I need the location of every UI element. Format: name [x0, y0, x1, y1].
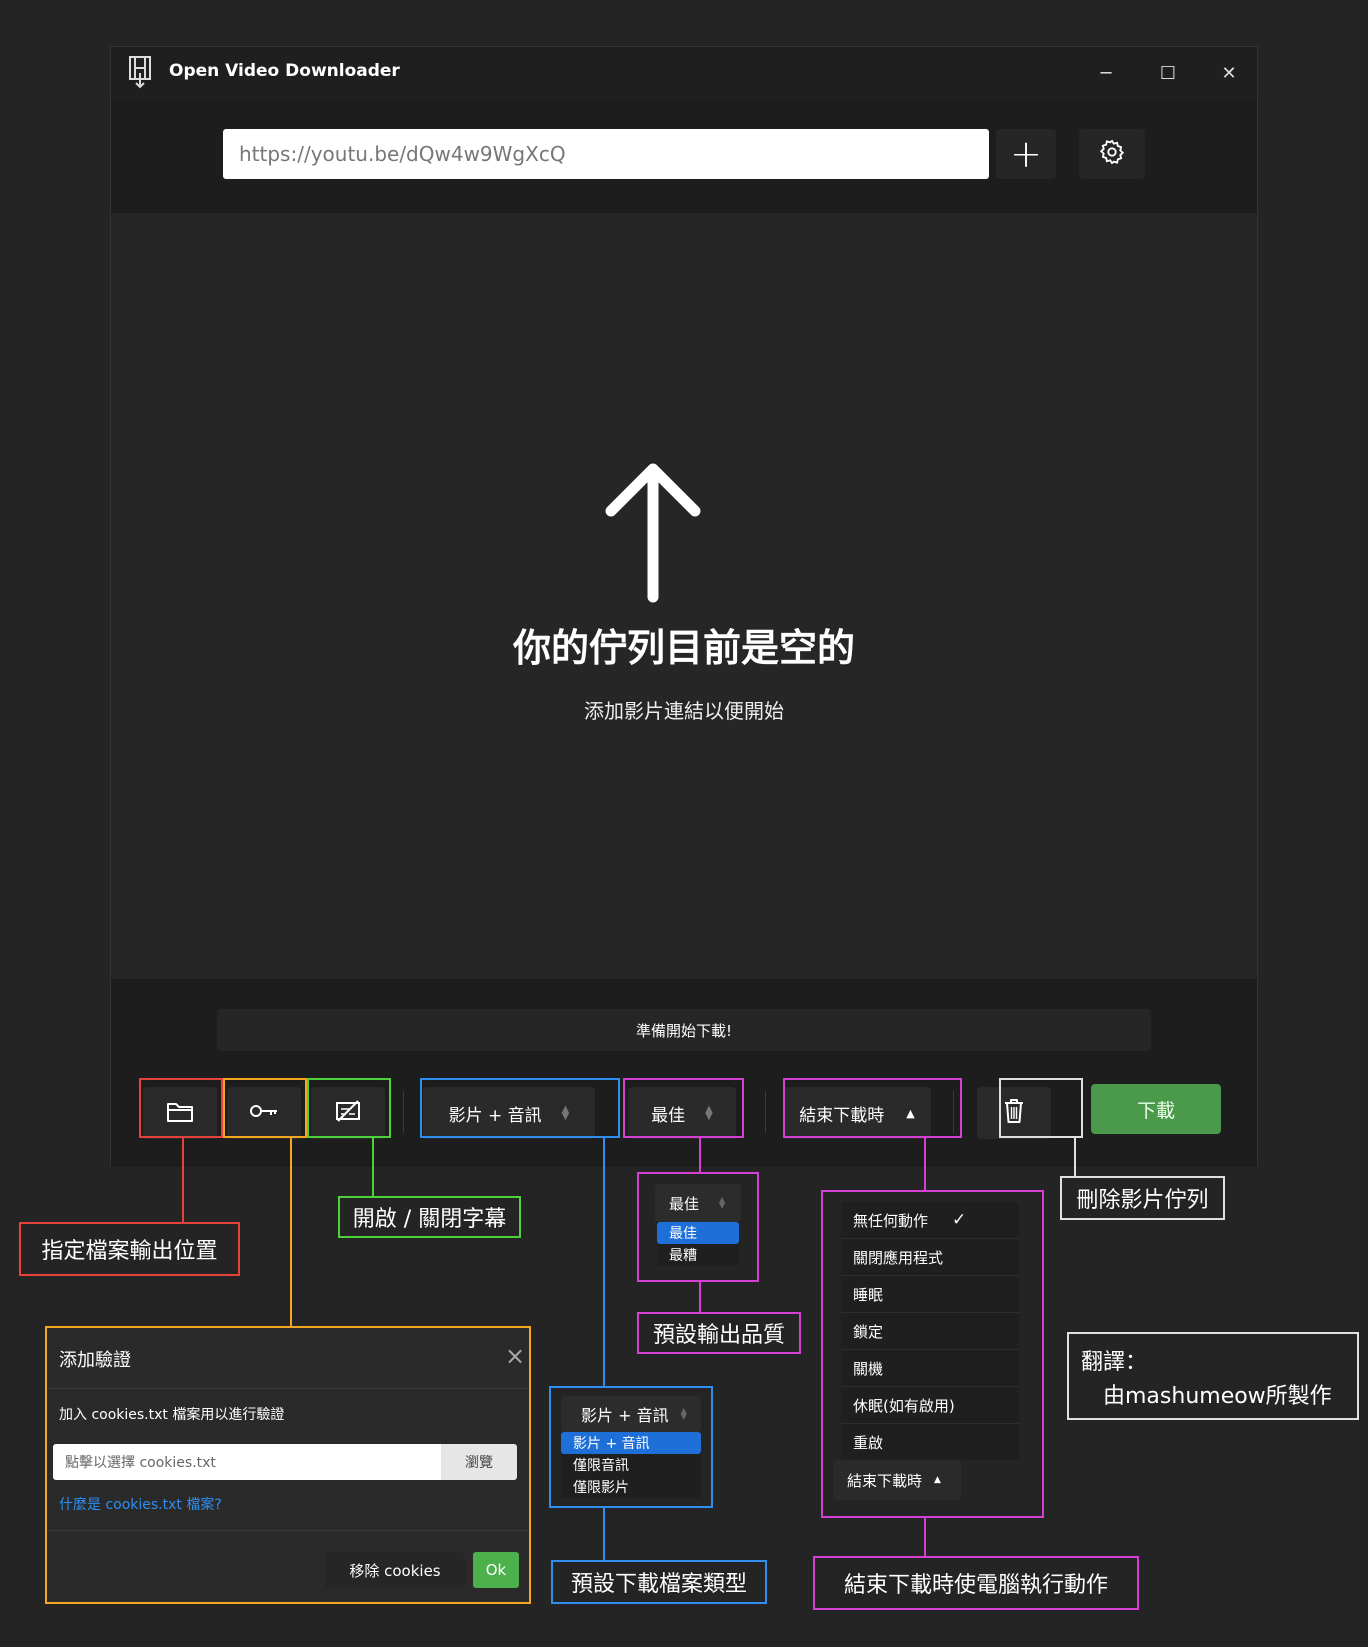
- caret-up-icon: ▲: [934, 1475, 941, 1485]
- quality-popup-frame: 最佳 ▲ ▼ 最佳 最糟: [637, 1172, 759, 1282]
- annotation-highlight-type: [420, 1078, 620, 1138]
- browse-button[interactable]: 瀏覽: [441, 1444, 517, 1480]
- after-popup-button-label: 結束下載時: [847, 1471, 923, 1490]
- type-popup-frame: 影片 + 音訊 ▲ ▼ 影片 + 音訊 僅限音訊 僅限影片: [549, 1386, 713, 1508]
- type-popup-select[interactable]: 影片 + 音訊 ▲ ▼: [561, 1396, 701, 1432]
- status-bar: 準備開始下載!: [217, 1009, 1151, 1051]
- after-option-none[interactable]: 無任何動作 ✓: [841, 1202, 1019, 1239]
- updown-icon: ▲ ▼: [680, 1406, 687, 1421]
- connector-line: [924, 1518, 926, 1556]
- toolbar-separator: [403, 1091, 404, 1133]
- connector-line: [290, 1138, 292, 1328]
- app-logo-icon: [127, 55, 153, 93]
- quality-option-worst[interactable]: 最糟: [657, 1244, 739, 1266]
- after-option-sleep[interactable]: 睡眠: [841, 1276, 1019, 1313]
- annotation-default-type: 預設下載檔案類型: [551, 1560, 767, 1604]
- after-option-shutdown[interactable]: 關機: [841, 1350, 1019, 1387]
- queue-area: [111, 213, 1257, 979]
- type-options-list: 影片 + 音訊 僅限音訊 僅限影片: [561, 1432, 701, 1498]
- annotation-highlight-key: [223, 1078, 307, 1138]
- quality-options-list: 最佳 最糟: [657, 1222, 739, 1266]
- after-options-list: 無任何動作 ✓ 關閉應用程式 睡眠 鎖定 關機 休眠(如有啟用) 重啟: [841, 1202, 1019, 1460]
- divider: [47, 1388, 529, 1389]
- settings-button[interactable]: [1079, 129, 1145, 179]
- cookies-file-input[interactable]: 點擊以選擇 cookies.txt: [53, 1444, 441, 1480]
- title-bar: Open Video Downloader ─ ☐ ✕: [111, 47, 1257, 99]
- auth-dialog: 添加驗證 × 加入 cookies.txt 檔案用以進行驗證 點擊以選擇 coo…: [45, 1326, 531, 1604]
- connector-line: [603, 1508, 605, 1560]
- type-option-audio-only[interactable]: 僅限音訊: [561, 1454, 701, 1476]
- annotation-highlight-folder: [139, 1078, 223, 1138]
- url-input[interactable]: [223, 129, 989, 179]
- app-title: Open Video Downloader: [169, 61, 400, 81]
- annotation-after-action: 結束下載時使電腦執行動作: [813, 1556, 1139, 1610]
- annotation-subtitles: 開啟 / 關閉字幕: [338, 1196, 521, 1238]
- after-option-close-app[interactable]: 關閉應用程式: [841, 1239, 1019, 1276]
- after-option-hibernate[interactable]: 休眠(如有啟用): [841, 1387, 1019, 1424]
- connector-line: [699, 1138, 701, 1172]
- app-window: Open Video Downloader ─ ☐ ✕ + 你的佇列目前是空的 …: [110, 46, 1258, 1167]
- quality-option-best[interactable]: 最佳: [657, 1222, 739, 1244]
- minimize-button[interactable]: ─: [1089, 57, 1123, 89]
- updown-icon: ▲ ▼: [719, 1195, 726, 1210]
- connector-line: [603, 1138, 605, 1386]
- annotation-highlight-trash: [999, 1078, 1083, 1138]
- maximize-button[interactable]: ☐: [1151, 57, 1185, 89]
- up-arrow-icon: [605, 463, 701, 607]
- auth-dialog-description: 加入 cookies.txt 檔案用以進行驗證: [59, 1407, 285, 1423]
- type-option-video-audio[interactable]: 影片 + 音訊: [561, 1432, 701, 1454]
- type-option-video-only[interactable]: 僅限影片: [561, 1476, 701, 1498]
- after-popup-button[interactable]: 結束下載時 ▲: [833, 1460, 961, 1500]
- connector-line: [1074, 1138, 1076, 1176]
- divider: [47, 1530, 529, 1531]
- translation-heading: 翻譯：: [1081, 1350, 1148, 1375]
- annotation-highlight-quality: [623, 1078, 744, 1138]
- settings-gear-icon: [1098, 138, 1126, 170]
- download-button[interactable]: 下載: [1091, 1084, 1221, 1134]
- empty-queue-title: 你的佇列目前是空的: [512, 626, 855, 670]
- connector-line: [372, 1138, 374, 1196]
- checkmark-icon: ✓: [952, 1210, 967, 1230]
- auth-dialog-title: 添加驗證: [59, 1350, 131, 1371]
- quality-popup-value: 最佳: [669, 1194, 700, 1213]
- remove-cookies-button[interactable]: 移除 cookies: [325, 1552, 465, 1588]
- after-option-lock[interactable]: 鎖定: [841, 1313, 1019, 1350]
- empty-queue-subtitle: 添加影片連結以便開始: [584, 699, 784, 723]
- connector-line: [924, 1138, 926, 1190]
- annotation-highlight-subtitles: [307, 1078, 391, 1138]
- translation-credit-text: 由mashumeow所製作: [1103, 1384, 1332, 1409]
- annotation-output-location: 指定檔案輸出位置: [19, 1222, 240, 1276]
- type-popup-value: 影片 + 音訊: [581, 1406, 669, 1425]
- add-url-button[interactable]: +: [996, 129, 1056, 179]
- annotation-highlight-after: [783, 1078, 962, 1138]
- annotation-default-quality: 預設輸出品質: [637, 1312, 801, 1354]
- toolbar-separator: [765, 1091, 766, 1133]
- after-option-none-label: 無任何動作: [853, 1211, 929, 1230]
- close-icon[interactable]: ×: [505, 1342, 525, 1370]
- cookies-help-link[interactable]: 什麼是 cookies.txt 檔案?: [59, 1494, 222, 1514]
- after-popup-frame: 無任何動作 ✓ 關閉應用程式 睡眠 鎖定 關機 休眠(如有啟用) 重啟 結束下載…: [821, 1190, 1044, 1518]
- close-button[interactable]: ✕: [1212, 57, 1246, 89]
- connector-line: [182, 1138, 184, 1222]
- annotation-translation-credit: 翻譯： 由mashumeow所製作: [1067, 1332, 1359, 1420]
- after-option-restart[interactable]: 重啟: [841, 1424, 1019, 1460]
- annotation-clear-queue: 刪除影片佇列: [1060, 1176, 1225, 1220]
- connector-line: [699, 1282, 701, 1312]
- quality-popup-select[interactable]: 最佳 ▲ ▼: [655, 1184, 741, 1222]
- ok-button[interactable]: Ok: [473, 1552, 519, 1588]
